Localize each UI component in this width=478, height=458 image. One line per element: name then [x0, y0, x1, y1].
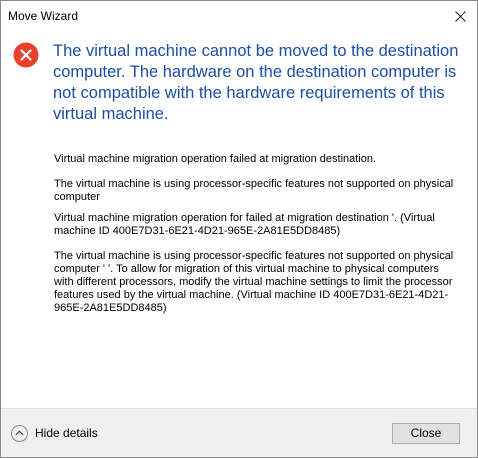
hide-details-label[interactable]: Hide details: [35, 426, 98, 440]
chevron-up-icon[interactable]: [11, 424, 28, 442]
title-bar: Move Wizard: [1, 1, 477, 31]
error-message: The virtual machine cannot be moved to t…: [53, 42, 459, 123]
move-wizard-dialog: Move Wizard The virtual machine cannot b…: [0, 0, 478, 458]
close-icon[interactable]: [443, 1, 477, 31]
details-line: The virtual machine is using processor-s…: [54, 178, 454, 203]
details-line: Virtual machine migration operation fail…: [54, 153, 377, 165]
details-line: Virtual machine migration operation for …: [54, 212, 435, 237]
hide-details-toggle[interactable]: Hide details: [1, 424, 98, 442]
window-title: Move Wizard: [8, 9, 79, 23]
error-icon: [13, 42, 39, 68]
details-panel: Virtual machine migration operation fail…: [1, 125, 477, 315]
error-header: The virtual machine cannot be moved to t…: [1, 31, 477, 125]
footer-bar: Hide details Close: [1, 408, 477, 457]
details-line: The virtual machine is using processor-s…: [54, 250, 454, 314]
close-button[interactable]: Close: [392, 422, 460, 444]
